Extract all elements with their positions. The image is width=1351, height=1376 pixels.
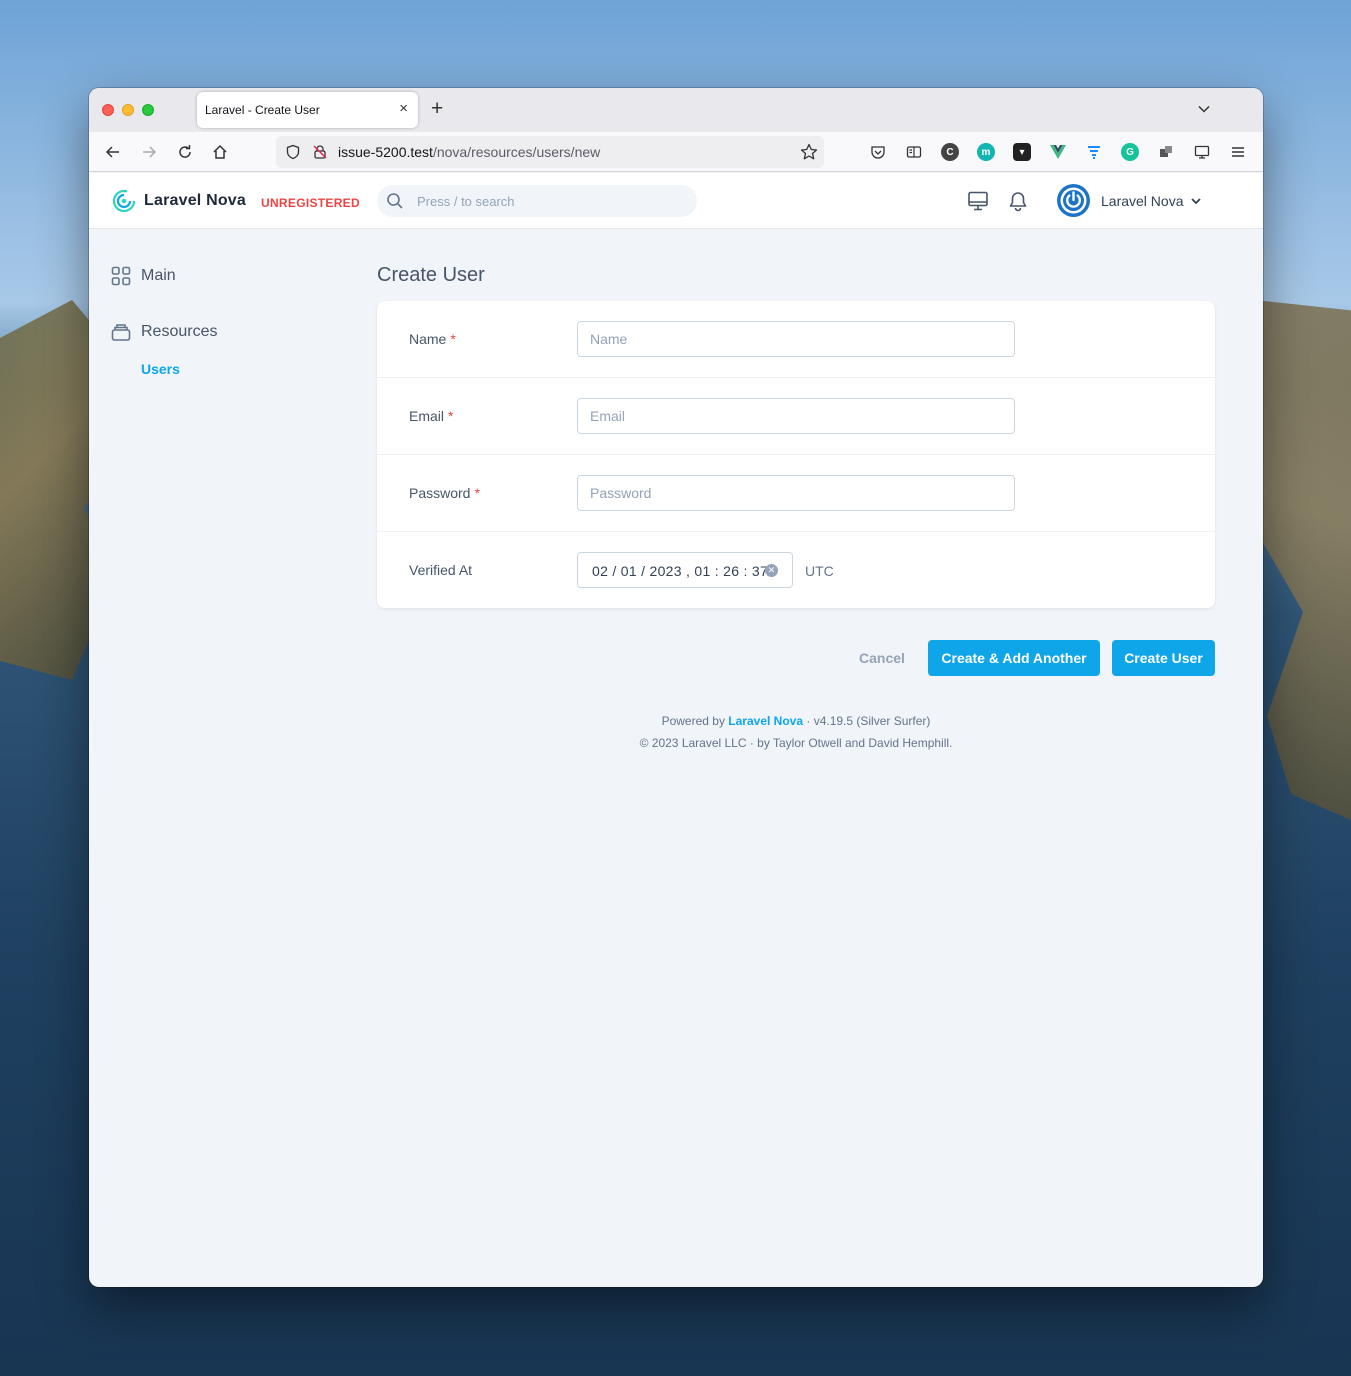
- cancel-button[interactable]: Cancel: [847, 640, 917, 676]
- home-icon[interactable]: [210, 142, 230, 162]
- insecure-lock-icon[interactable]: [312, 144, 328, 160]
- reader-view-icon[interactable]: [905, 143, 923, 161]
- footer-powered-line: Powered by Laravel Nova · v4.19.5 (Silve…: [377, 710, 1215, 732]
- power-icon: [1060, 187, 1087, 214]
- bell-icon[interactable]: [1007, 190, 1029, 212]
- url-text: issue-5200.test/nova/resources/users/new: [338, 144, 600, 160]
- form-row-email: Email *: [377, 378, 1215, 455]
- close-icon[interactable]: ×: [399, 100, 408, 118]
- name-field[interactable]: [577, 321, 1015, 357]
- sidebar-item-resources[interactable]: Resources: [111, 322, 217, 342]
- required-marker: *: [474, 485, 480, 501]
- puzzle-extension-icon[interactable]: [1157, 143, 1175, 161]
- c-extension-icon[interactable]: C: [941, 143, 959, 161]
- app-header: Laravel Nova UNREGISTERED Press / to sea…: [89, 173, 1263, 229]
- copyright-text: © 2023 Laravel LLC · by Taylor Otwell an…: [639, 736, 953, 750]
- sidebar-item-label: Main: [141, 267, 176, 284]
- url-path: /nova/resources/users/new: [432, 144, 601, 160]
- verified-at-label: Verified At: [409, 562, 473, 578]
- sidebar-item-main[interactable]: Main: [111, 266, 176, 286]
- password-label: Password: [409, 485, 471, 501]
- search-placeholder: Press / to search: [417, 194, 515, 209]
- brand-logo[interactable]: Laravel Nova: [112, 189, 246, 213]
- nova-logo-icon: [112, 189, 136, 213]
- version-text: · v4.19.5 (Silver Surfer): [806, 714, 931, 728]
- clear-icon[interactable]: ✕: [765, 564, 778, 577]
- dark-extension-icon[interactable]: ▾: [1013, 143, 1031, 161]
- sidebar-item-label: Resources: [141, 323, 218, 340]
- pocket-icon[interactable]: [869, 143, 887, 161]
- shield-icon[interactable]: [285, 144, 301, 160]
- browser-toolbar: issue-5200.test/nova/resources/users/new…: [89, 132, 1263, 172]
- field-label: Email *: [409, 408, 453, 424]
- new-tab-button[interactable]: +: [431, 98, 443, 120]
- field-label: Password *: [409, 485, 480, 501]
- create-user-button[interactable]: Create User: [1112, 640, 1215, 676]
- tab-strip: Laravel - Create User × +: [89, 88, 1263, 132]
- password-field[interactable]: [577, 475, 1015, 511]
- minimize-window-button[interactable]: [122, 104, 134, 116]
- form-row-name: Name *: [377, 301, 1215, 378]
- vue-devtools-icon[interactable]: [1049, 143, 1067, 161]
- chevron-down-icon[interactable]: [1197, 102, 1211, 116]
- browser-tab[interactable]: Laravel - Create User ×: [197, 92, 418, 128]
- form-row-password: Password *: [377, 455, 1215, 532]
- required-marker: *: [450, 331, 456, 347]
- create-user-form: Name* Email* Password* Verified At 02 / …: [377, 301, 1215, 608]
- reload-icon[interactable]: [175, 142, 195, 162]
- page-title: Create User: [377, 264, 485, 286]
- grid-icon: [111, 266, 131, 286]
- back-arrow-icon[interactable]: [103, 142, 123, 162]
- verified-at-datetime-field[interactable]: 02 / 01 / 2023 , 01 : 26 : 37 ✕: [577, 552, 793, 588]
- footer: Powered by Laravel Nova · v4.19.5 (Silve…: [377, 710, 1215, 754]
- grammarly-icon[interactable]: G: [1121, 143, 1139, 161]
- nova-link[interactable]: Laravel Nova: [728, 714, 803, 728]
- email-label: Email: [409, 408, 445, 424]
- tab-title: Laravel - Create User: [205, 103, 320, 117]
- filter-extension-icon[interactable]: [1085, 143, 1103, 161]
- global-search[interactable]: Press / to search: [377, 185, 697, 217]
- bookmark-star-icon[interactable]: [800, 143, 818, 161]
- screen-extension-icon[interactable]: [1193, 143, 1211, 161]
- address-bar[interactable]: issue-5200.test/nova/resources/users/new: [276, 136, 824, 168]
- search-icon: [387, 193, 403, 209]
- chevron-down-icon: [1190, 197, 1201, 204]
- timezone-label: UTC: [805, 563, 834, 579]
- unregistered-badge: UNREGISTERED: [261, 196, 360, 210]
- close-window-button[interactable]: [102, 104, 114, 116]
- sidebar-item-users[interactable]: Users: [141, 361, 180, 377]
- forward-arrow-icon[interactable]: [139, 142, 159, 162]
- field-label: Name *: [409, 331, 456, 347]
- hamburger-menu-icon[interactable]: [1229, 143, 1247, 161]
- create-and-add-another-button[interactable]: Create & Add Another: [928, 640, 1100, 676]
- database-icon: [111, 324, 131, 341]
- browser-window: Laravel - Create User × + issue-5200.tes…: [89, 88, 1263, 1287]
- email-field[interactable]: [577, 398, 1015, 434]
- powered-by-text: Powered by: [661, 714, 725, 728]
- zoom-window-button[interactable]: [142, 104, 154, 116]
- avatar: [1057, 184, 1090, 217]
- url-host: issue-5200.test: [338, 144, 433, 160]
- required-marker: *: [448, 408, 454, 424]
- monitor-icon[interactable]: [967, 190, 989, 212]
- brand-name: Laravel Nova: [144, 192, 247, 209]
- user-menu[interactable]: Laravel Nova: [1057, 184, 1202, 217]
- m-extension-icon[interactable]: m: [977, 143, 995, 161]
- datetime-value: 02 / 01 / 2023 , 01 : 26 : 37: [592, 563, 769, 579]
- name-label: Name: [409, 331, 447, 347]
- form-row-verified-at: Verified At 02 / 01 / 2023 , 01 : 26 : 3…: [377, 532, 1215, 609]
- user-name: Laravel Nova: [1101, 192, 1184, 209]
